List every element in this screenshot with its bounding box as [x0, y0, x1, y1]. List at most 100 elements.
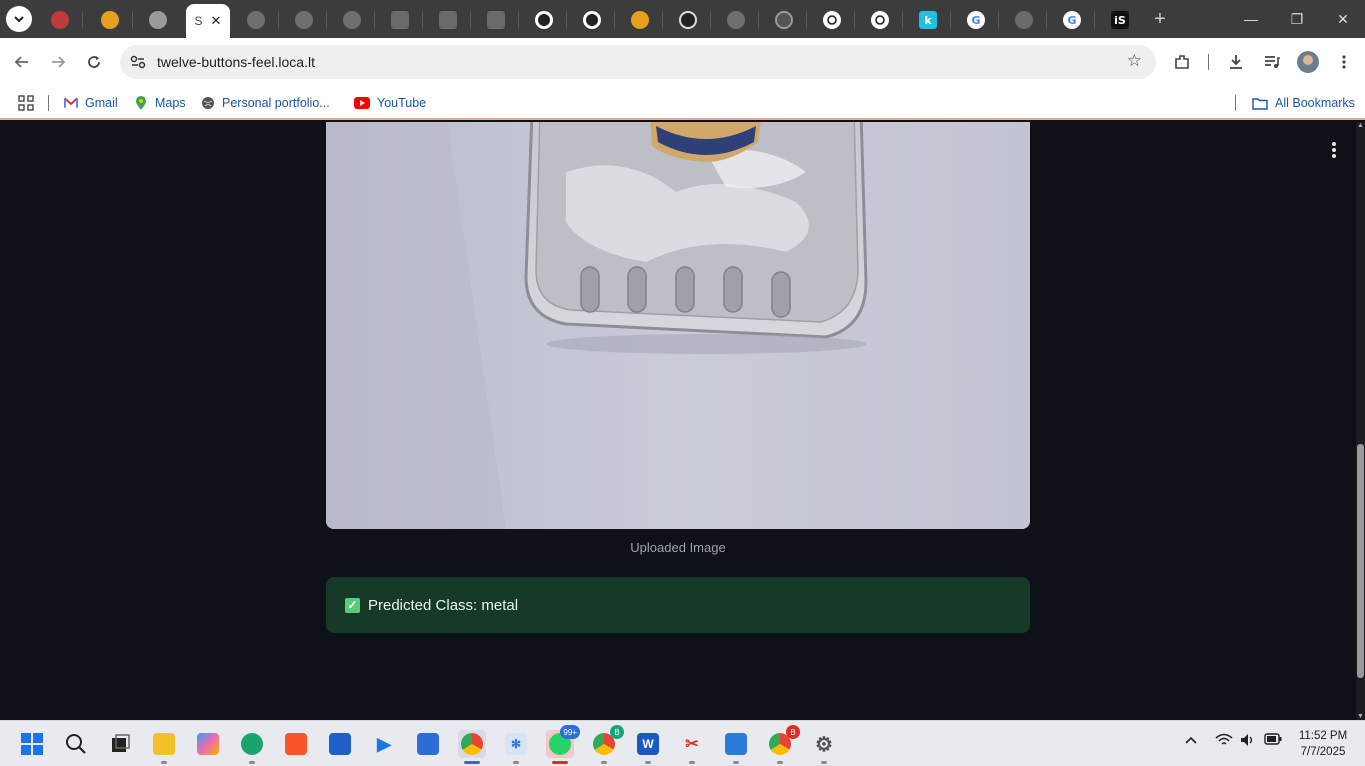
brave-app[interactable] — [282, 730, 310, 758]
tab[interactable] — [378, 6, 423, 34]
chrome-menu-icon[interactable] — [1332, 50, 1356, 74]
snip-tool-app[interactable]: ✂ — [678, 730, 706, 764]
apps-grid-button[interactable] — [18, 92, 34, 114]
tab[interactable] — [282, 6, 327, 34]
chevron-up-icon[interactable] — [1184, 733, 1198, 750]
restore-button[interactable]: ❐ — [1274, 0, 1320, 38]
tab[interactable] — [38, 6, 83, 34]
tab[interactable] — [330, 6, 375, 34]
bookmark-youtube[interactable]: YouTube — [354, 92, 426, 114]
tab[interactable] — [810, 6, 855, 34]
word-icon: W — [637, 733, 659, 755]
tab[interactable]: G — [1050, 6, 1095, 34]
tab[interactable] — [666, 6, 711, 34]
extensions-icon[interactable] — [1170, 50, 1194, 74]
page-scrollbar[interactable]: ▲ ▼ — [1356, 122, 1365, 720]
edge-app[interactable] — [238, 730, 266, 764]
tab-active[interactable]: S ✕ — [186, 4, 230, 38]
media-controls-icon[interactable] — [1260, 50, 1284, 74]
address-bar[interactable]: twelve-buttons-feel.loca.lt ☆ — [120, 45, 1156, 79]
tab-search-button[interactable] — [6, 6, 32, 32]
google-icon: G — [967, 11, 985, 29]
app-menu-button[interactable] — [1324, 140, 1344, 160]
reload-button[interactable] — [80, 48, 108, 76]
snipping-app[interactable]: ✻ — [502, 730, 530, 764]
media-player-app[interactable]: ▶ — [370, 730, 398, 758]
store-app[interactable] — [326, 730, 354, 758]
globe-icon — [201, 96, 215, 110]
scroll-up-icon[interactable]: ▲ — [1357, 122, 1364, 129]
close-tab-icon[interactable]: ✕ — [211, 13, 222, 29]
forward-button[interactable] — [44, 48, 72, 76]
google-icon: G — [1063, 11, 1081, 29]
chrome-profile-app-2[interactable]: B — [766, 725, 800, 764]
tab[interactable] — [762, 6, 807, 34]
tab[interactable] — [570, 6, 615, 34]
tiles-app[interactable] — [414, 730, 442, 758]
copilot-app[interactable] — [194, 730, 222, 758]
word-app[interactable]: W — [634, 730, 662, 764]
speaker-icon — [1015, 11, 1033, 29]
tab[interactable] — [426, 6, 471, 34]
all-bookmarks-button[interactable]: All Bookmarks — [1252, 92, 1355, 114]
tab[interactable] — [1002, 6, 1047, 34]
close-window-button[interactable]: ✕ — [1320, 0, 1365, 38]
tab-favicon-icon — [101, 11, 119, 29]
tab[interactable]: iS — [1098, 6, 1142, 34]
snowflake-icon: ✻ — [505, 733, 527, 755]
site-info-icon[interactable] — [128, 52, 148, 72]
tab[interactable] — [136, 6, 180, 34]
url-text[interactable]: twelve-buttons-feel.loca.lt — [157, 54, 315, 70]
scroll-down-icon[interactable]: ▼ — [1357, 713, 1364, 720]
bookmarks-divider — [1235, 95, 1236, 111]
notepad-app[interactable] — [722, 730, 750, 764]
bookmark-star-icon[interactable]: ☆ — [1127, 51, 1142, 71]
bookmark-portfolio[interactable]: Personal portfolio... — [201, 92, 330, 114]
start-button[interactable] — [18, 730, 46, 758]
folder-icon — [1252, 96, 1268, 110]
tab[interactable] — [88, 6, 133, 34]
profile-avatar[interactable] — [1297, 51, 1319, 73]
tab[interactable] — [234, 6, 279, 34]
scrollbar-thumb[interactable] — [1357, 444, 1364, 678]
whatsapp-app[interactable]: 99+ — [546, 725, 580, 764]
wifi-icon[interactable] — [1215, 733, 1233, 750]
github-icon — [583, 11, 601, 29]
tab[interactable]: k — [906, 6, 951, 34]
tab[interactable]: G — [954, 6, 999, 34]
tab-favicon-icon — [51, 11, 69, 29]
bookmark-maps[interactable]: Maps — [134, 92, 186, 114]
settings-app[interactable]: ⚙ — [810, 730, 838, 764]
battery-icon[interactable] — [1264, 733, 1282, 748]
task-view-button[interactable] — [106, 730, 134, 758]
volume-icon[interactable] — [1240, 733, 1256, 750]
tab[interactable] — [858, 6, 903, 34]
tab[interactable] — [474, 6, 519, 34]
tab[interactable] — [522, 6, 567, 34]
system-clock[interactable]: 11:52 PM 7/7/2025 — [1292, 728, 1354, 760]
minimize-button[interactable]: — — [1228, 0, 1274, 38]
task-view-icon — [112, 734, 130, 752]
uploaded-image — [326, 122, 1030, 529]
search-button[interactable] — [62, 730, 90, 758]
tab[interactable] — [714, 6, 759, 34]
gear-icon: ⚙ — [813, 733, 835, 756]
chrome-app-active[interactable] — [458, 730, 486, 764]
tab-favicon-icon — [487, 11, 505, 29]
browser-toolbar: twelve-buttons-feel.loca.lt ☆ — [0, 38, 1365, 86]
tab[interactable] — [618, 6, 663, 34]
openai-icon — [871, 11, 889, 29]
tab-strip: S ✕ k G G iS + — ❐ ✕ — [0, 0, 1365, 38]
new-tab-button[interactable]: + — [1147, 6, 1173, 32]
tiles-icon — [417, 733, 439, 755]
bookmark-label: Gmail — [85, 96, 118, 110]
download-icon[interactable] — [1224, 50, 1248, 74]
tab-favicon-icon — [775, 11, 793, 29]
back-button[interactable] — [8, 48, 36, 76]
tab-favicon-icon — [631, 11, 649, 29]
chrome-profile-app[interactable]: B — [590, 725, 624, 764]
all-bookmarks-label: All Bookmarks — [1275, 96, 1355, 110]
file-explorer-app[interactable] — [150, 730, 178, 764]
bookmark-gmail[interactable]: Gmail — [64, 92, 118, 114]
play-icon: ▶ — [373, 733, 395, 755]
